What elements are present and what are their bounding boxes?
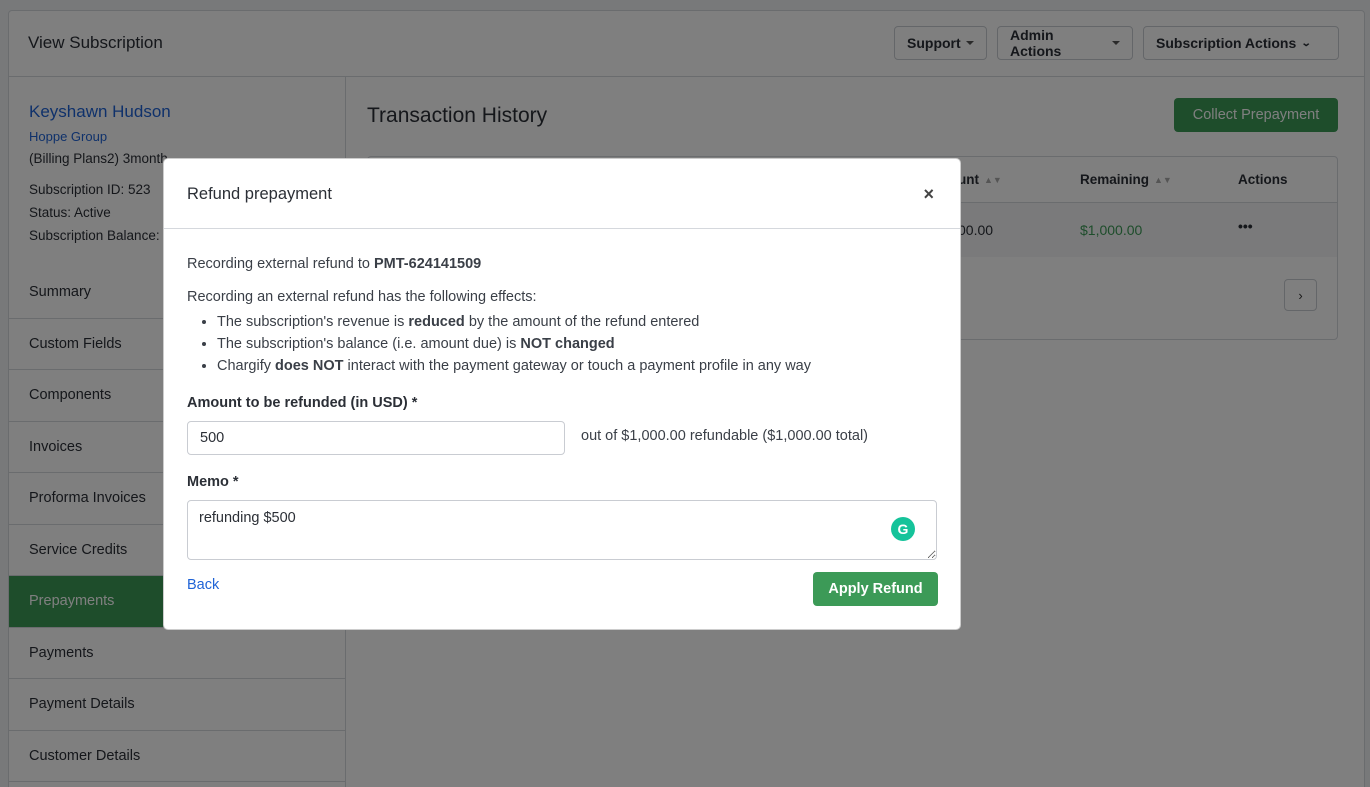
apply-refund-button[interactable]: Apply Refund [813,572,938,606]
grammarly-icon[interactable]: G [891,517,915,541]
amount-label: Amount to be refunded (in USD) * [187,395,418,411]
memo-textarea[interactable]: refunding $500 [187,500,937,560]
payment-id: PMT-624141509 [374,256,482,272]
refundable-note: out of $1,000.00 refundable ($1,000.00 t… [581,428,868,444]
modal-header: Refund prepayment × [164,159,960,229]
back-link[interactable]: Back [187,577,219,593]
amount-input[interactable] [187,421,565,455]
list-item: The subscription's revenue is reduced by… [217,311,811,333]
list-item: Chargify does NOT interact with the paym… [217,355,811,377]
modal-title: Refund prepayment [187,185,332,203]
refund-prepayment-modal: Refund prepayment × Recording external r… [163,158,961,630]
effects-intro: Recording an external refund has the fol… [187,289,537,305]
effects-list: The subscription's revenue is reduced by… [217,311,811,377]
close-icon[interactable]: × [923,184,934,205]
list-item: The subscription's balance (i.e. amount … [217,333,811,355]
memo-label: Memo * [187,474,239,490]
recording-line: Recording external refund to PMT-6241415… [187,256,482,272]
